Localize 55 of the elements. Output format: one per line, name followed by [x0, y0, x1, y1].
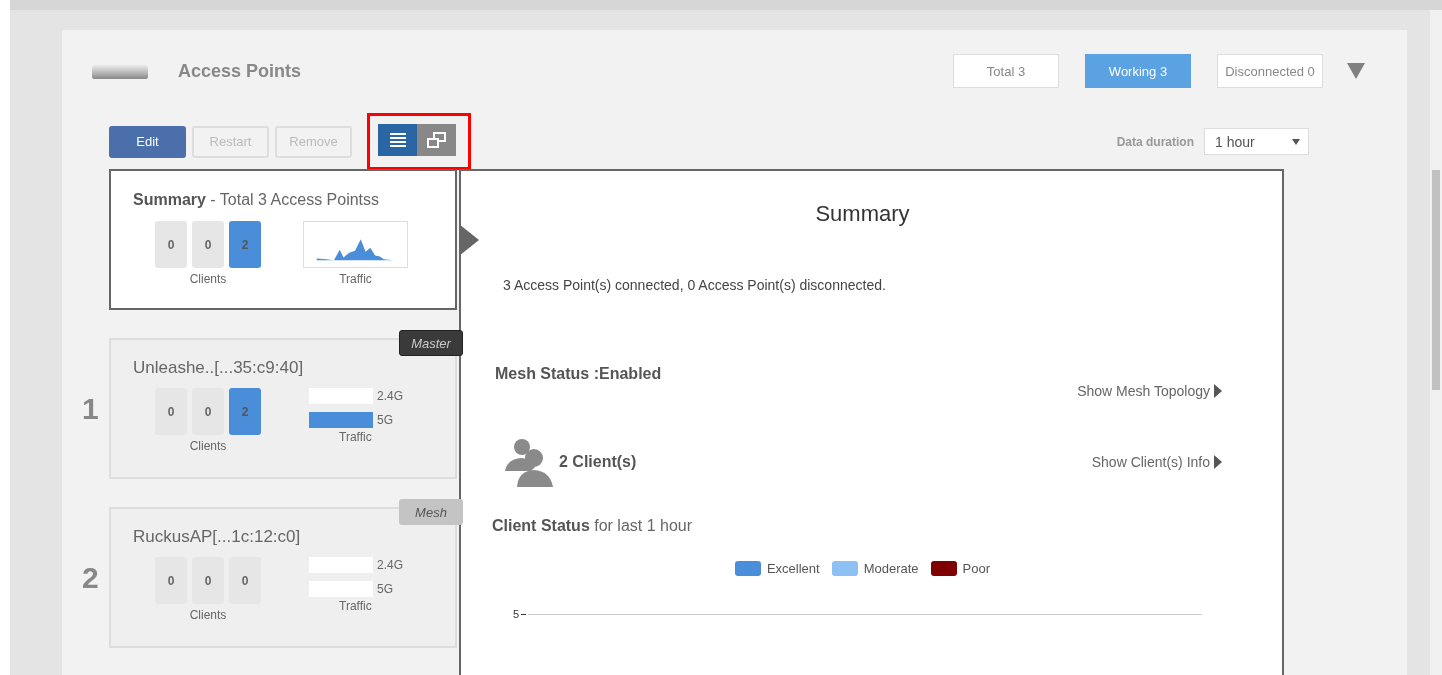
traffic-label: Traffic [339, 599, 373, 613]
role-tag: Master [399, 330, 463, 356]
band-label: 2.4G [377, 558, 403, 572]
mesh-status: Mesh Status :Enabled [495, 365, 663, 383]
legend-label: Moderate [863, 561, 919, 576]
client-count: 2 [229, 388, 261, 435]
detail-title: Summary [814, 201, 911, 227]
caret-icon [1214, 384, 1222, 398]
filter-tab[interactable]: Disconnected 0 [1217, 54, 1323, 88]
row-number: 2 [82, 560, 100, 595]
filter-tab[interactable]: Working 3 [1085, 54, 1191, 88]
caret-icon [1214, 455, 1222, 469]
traffic-label: Traffic [339, 272, 372, 286]
role-tag: Mesh [399, 499, 463, 525]
band-label: 2.4G [377, 389, 403, 403]
client-count: 0 [155, 557, 187, 604]
filter-tab[interactable]: Total 3 [953, 54, 1059, 88]
scrollbar-thumb[interactable] [1432, 170, 1440, 390]
clients-label: Clients [189, 272, 227, 286]
client-count: 0 [192, 221, 224, 268]
row-number: 1 [82, 391, 100, 426]
status-text: 3 Access Point(s) connected, 0 Access Point(s) disconnected. [503, 277, 887, 293]
client-count: 0 [229, 557, 261, 604]
clients-label: Clients [189, 439, 227, 453]
client-count: 0 [192, 388, 224, 435]
access-point-icon [92, 63, 148, 79]
traffic-label: Traffic [339, 430, 373, 444]
access-point-name: Unleashe..[...35:c9:40] [133, 358, 305, 378]
list-view-button[interactable] [378, 124, 417, 156]
caret-icon [1292, 138, 1300, 145]
access-point-name: RuckusAP[...1c:12:c0] [133, 527, 302, 547]
mesh-topology-link[interactable]: Show Mesh Topology [1077, 383, 1222, 399]
clients-count: 2 Client(s) [559, 453, 638, 471]
summary-card[interactable]: Summary - Total 3 Access Pointss 0 0 2 Clients Traffic [109, 169, 457, 310]
client-count: 0 [192, 557, 224, 604]
band-label: 5G [377, 413, 393, 427]
client-count: 0 [155, 221, 187, 268]
duration-select[interactable]: 1 hour [1204, 128, 1309, 155]
clients-label: Clients [189, 608, 227, 622]
card-title: Summary - Total 3 Access Pointss [133, 191, 381, 209]
axis-tick-label: 5 [513, 608, 520, 620]
band-label: 5G [377, 582, 393, 596]
legend-label: Excellent [766, 561, 820, 576]
client-info-link[interactable]: Show Client(s) Info [1091, 454, 1222, 470]
page-title: Access Points [178, 60, 303, 82]
client-count: 0 [155, 388, 187, 435]
caret-icon[interactable] [1347, 63, 1365, 79]
list-icon [389, 133, 406, 147]
windows-view-button[interactable] [417, 124, 456, 156]
chart-title: Client Status for last 1 hour [492, 517, 694, 535]
duration-label: Data duration [1116, 134, 1194, 149]
windows-icon [426, 132, 447, 148]
legend-label: Poor [962, 561, 991, 576]
toolbar-button[interactable]: Edit [109, 125, 186, 158]
client-count: 2 [229, 221, 261, 268]
